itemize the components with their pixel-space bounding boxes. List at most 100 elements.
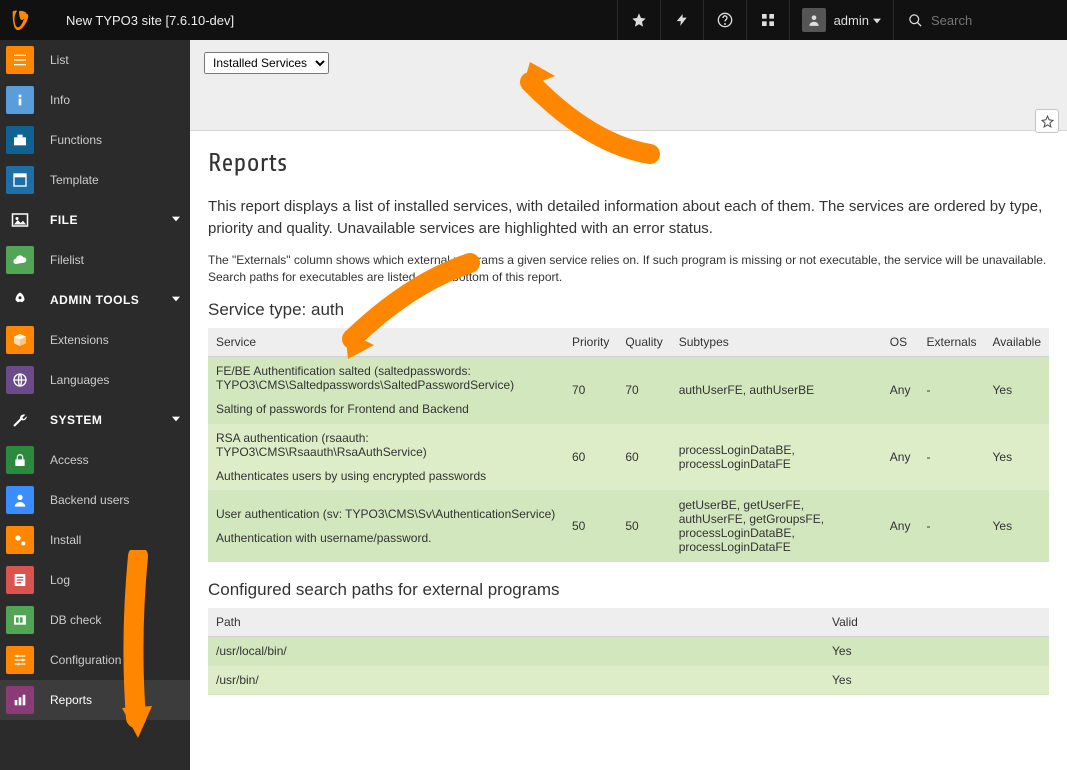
os-cell: Any: [882, 424, 919, 491]
gears-icon: [6, 526, 34, 554]
typo3-logo[interactable]: [0, 0, 40, 40]
table-row: /usr/local/bin/ Yes: [208, 637, 1049, 666]
sidebar-item-filelist[interactable]: Filelist: [0, 240, 190, 280]
search-icon: [908, 13, 923, 28]
sidebar: List Info Functions Template: [0, 40, 190, 770]
search-input[interactable]: [929, 12, 1053, 29]
topbar: New TYPO3 site [7.6.10-dev] admin: [0, 0, 1067, 40]
os-cell: Any: [882, 491, 919, 562]
sidebar-item-db-check[interactable]: DB check: [0, 600, 190, 640]
sliders-icon: [6, 646, 34, 674]
sidebar-header-label: ADMIN TOOLS: [50, 293, 172, 307]
sidebar-item-info[interactable]: Info: [0, 80, 190, 120]
available-cell: Yes: [985, 491, 1049, 562]
sidebar-item-backend-users[interactable]: Backend users: [0, 480, 190, 520]
add-shortcut-button[interactable]: [1035, 109, 1059, 133]
image-icon: [0, 200, 40, 240]
help-button[interactable]: [703, 0, 746, 40]
avatar: [802, 8, 826, 32]
externals-cell: -: [918, 424, 984, 491]
toolbox-icon: [6, 126, 34, 154]
externals-cell: -: [918, 357, 984, 424]
service-cell: FE/BE Authentification salted (saltedpas…: [208, 357, 564, 424]
caret-down-icon: [172, 414, 180, 426]
chart-icon: [6, 686, 34, 714]
main: Installed Services Reports This report d…: [190, 40, 1067, 770]
help-icon: [717, 12, 733, 28]
sidebar-item-label: Info: [50, 93, 180, 107]
template-icon: [6, 166, 34, 194]
caret-down-icon: [873, 13, 881, 28]
valid-cell: Yes: [824, 666, 1049, 695]
db-icon: [6, 606, 34, 634]
sidebar-item-functions[interactable]: Functions: [0, 120, 190, 160]
sidebar-item-configuration[interactable]: Configuration: [0, 640, 190, 680]
modules-button[interactable]: [746, 0, 789, 40]
caret-down-icon: [172, 294, 180, 306]
star-icon: [631, 12, 647, 28]
table-header: Available: [985, 328, 1049, 357]
table-header: Path: [208, 608, 824, 637]
sidebar-item-log[interactable]: Log: [0, 560, 190, 600]
caret-down-icon: [172, 214, 180, 226]
subtypes-cell: authUserFE, authUserBE: [671, 357, 882, 424]
page-desc: The "Externals" column shows which exter…: [208, 252, 1049, 287]
flash-button[interactable]: [660, 0, 703, 40]
service-desc: Authenticates users by using encrypted p…: [216, 469, 556, 483]
sidebar-item-template[interactable]: Template: [0, 160, 190, 200]
priority-cell: 70: [564, 357, 617, 424]
log-icon: [6, 566, 34, 594]
search-box[interactable]: [893, 0, 1067, 40]
externals-cell: -: [918, 491, 984, 562]
sidebar-item-label: Reports: [50, 693, 180, 707]
sidebar-item-languages[interactable]: Languages: [0, 360, 190, 400]
report-select[interactable]: Installed Services: [204, 52, 329, 74]
user-menu[interactable]: admin: [789, 0, 893, 40]
sidebar-header-label: FILE: [50, 213, 172, 227]
sidebar-item-extensions[interactable]: Extensions: [0, 320, 190, 360]
sidebar-item-label: DB check: [50, 613, 180, 627]
table-header: Valid: [824, 608, 1049, 637]
sidebar-item-access[interactable]: Access: [0, 440, 190, 480]
quality-cell: 70: [617, 357, 670, 424]
service-desc: Authentication with username/password.: [216, 531, 556, 545]
table-header: Priority: [564, 328, 617, 357]
user-icon: [6, 486, 34, 514]
sidebar-header[interactable]: SYSTEM: [0, 400, 190, 440]
grid-icon: [760, 12, 776, 28]
quality-cell: 50: [617, 491, 670, 562]
typo3-logo-icon: [9, 9, 31, 31]
content: Reports This report displays a list of i…: [190, 131, 1067, 731]
sidebar-header[interactable]: ADMIN TOOLS: [0, 280, 190, 320]
site-title: New TYPO3 site [7.6.10-dev]: [40, 13, 234, 28]
table-header: OS: [882, 328, 919, 357]
sidebar-item-install[interactable]: Install: [0, 520, 190, 560]
table-header: Externals: [918, 328, 984, 357]
service-cell: User authentication (sv: TYPO3\CMS\Sv\Au…: [208, 491, 564, 562]
service-title: FE/BE Authentification salted (saltedpas…: [216, 364, 556, 392]
subtypes-cell: getUserBE, getUserFE, authUserFE, getGro…: [671, 491, 882, 562]
sidebar-item-label: Filelist: [50, 253, 180, 267]
lightning-icon: [675, 12, 689, 28]
table-row: User authentication (sv: TYPO3\CMS\Sv\Au…: [208, 491, 1049, 562]
bookmark-button[interactable]: [617, 0, 660, 40]
sidebar-header[interactable]: FILE: [0, 200, 190, 240]
service-title: RSA authentication (rsaauth: TYPO3\CMS\R…: [216, 431, 556, 459]
table-row: FE/BE Authentification salted (saltedpas…: [208, 357, 1049, 424]
sidebar-item-reports[interactable]: Reports: [0, 680, 190, 720]
sidebar-item-label: Template: [50, 173, 180, 187]
table-header: Service: [208, 328, 564, 357]
page-title: Reports: [208, 149, 1049, 178]
lock-icon: [6, 446, 34, 474]
sidebar-item-label: Access: [50, 453, 180, 467]
doc-toolbar: Installed Services: [190, 40, 1067, 131]
list-icon: [6, 46, 34, 74]
sidebar-item-label: Log: [50, 573, 180, 587]
globe-icon: [6, 366, 34, 394]
sidebar-header-label: SYSTEM: [50, 413, 172, 427]
available-cell: Yes: [985, 424, 1049, 491]
sidebar-item-list[interactable]: List: [0, 40, 190, 80]
sidebar-item-label: Backend users: [50, 493, 180, 507]
sidebar-item-label: Languages: [50, 373, 180, 387]
user-name: admin: [834, 13, 869, 28]
